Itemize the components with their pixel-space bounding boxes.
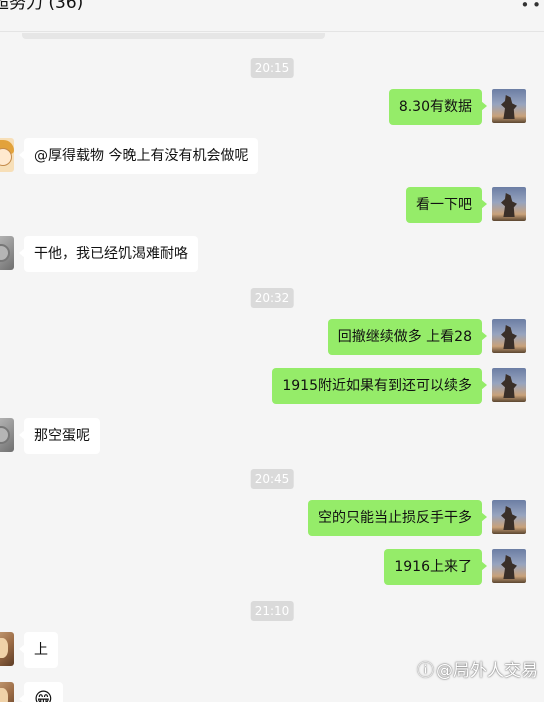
chat-title[interactable]: 超努力 (36): [0, 0, 83, 13]
outgoing-message[interactable]: 1916上来了: [384, 549, 487, 585]
chat-header: 超努力 (36) • •: [0, 0, 544, 32]
timestamp: 20:15: [250, 58, 294, 78]
timestamp: 21:10: [250, 601, 294, 621]
contact-avatar[interactable]: [0, 138, 14, 172]
outgoing-message[interactable]: 回撤继续做多 上看28: [327, 319, 488, 355]
outgoing-message[interactable]: 看一下吧: [406, 187, 487, 223]
watermark: ⓘ @局外人交易: [417, 656, 538, 681]
contact-avatar[interactable]: [0, 418, 14, 452]
self-avatar[interactable]: [492, 368, 526, 402]
incoming-message[interactable]: @厚得载物 今晚上有没有机会做呢: [18, 138, 259, 174]
self-avatar[interactable]: [492, 500, 526, 534]
contact-avatar[interactable]: [0, 632, 14, 666]
timestamp: 20:32: [250, 288, 294, 308]
outgoing-message[interactable]: 8.30有数据: [388, 89, 488, 125]
previous-message-bubble: [22, 33, 325, 39]
contact-avatar[interactable]: [0, 236, 14, 270]
watermark-logo-icon: ⓘ: [417, 661, 434, 681]
incoming-message[interactable]: 干他，我已经饥渴难耐咯: [19, 236, 198, 272]
self-avatar[interactable]: [492, 549, 526, 583]
timestamp: 20:45: [250, 469, 294, 489]
self-avatar[interactable]: [492, 187, 526, 221]
incoming-message[interactable]: 那空蛋呢: [19, 418, 100, 454]
watermark-text: @局外人交易: [436, 661, 538, 681]
more-dots-icon[interactable]: • •: [521, 0, 541, 14]
incoming-message[interactable]: 上: [19, 632, 58, 668]
outgoing-message[interactable]: 空的只能当止损反手干多: [308, 500, 487, 536]
self-avatar[interactable]: [492, 89, 526, 123]
outgoing-message[interactable]: 1915附近如果有到还可以续多: [272, 368, 487, 404]
incoming-message[interactable]: 😁: [19, 682, 63, 702]
contact-avatar[interactable]: [0, 682, 14, 702]
self-avatar[interactable]: [492, 319, 526, 353]
